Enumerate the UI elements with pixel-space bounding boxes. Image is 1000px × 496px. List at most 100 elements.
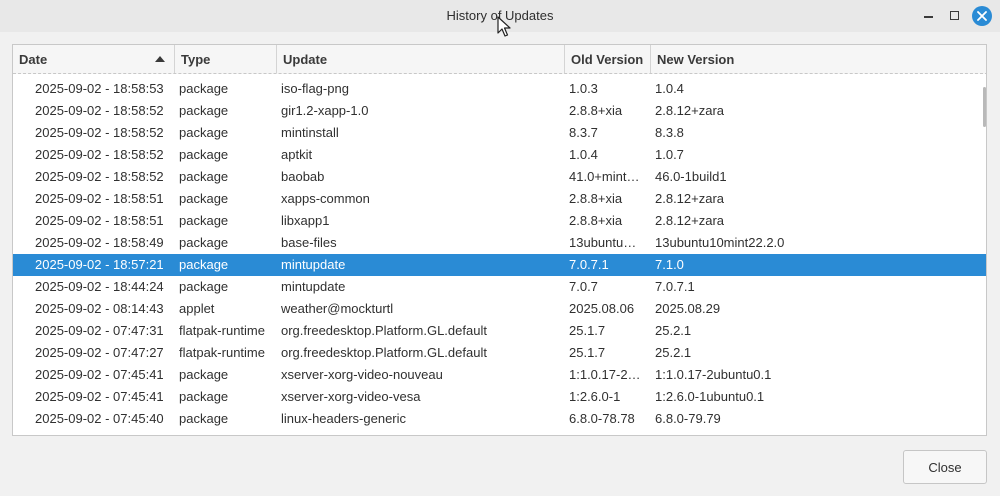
row-date: 2025-09-02 - 18:58:51: [35, 191, 164, 206]
table-row[interactable]: 2025-09-02 - 18:58:53 package iso-flag-png…: [13, 78, 986, 100]
table-row[interactable]: 2025-09-02 - 07:45:41 package xserver-xorg…: [13, 364, 986, 386]
row-new-version: 1.0.4: [655, 81, 684, 96]
row-date: 2025-09-02 - 18:58:51: [35, 213, 164, 228]
column-header-old-version[interactable]: Old Version: [565, 45, 651, 73]
vertical-scrollbar[interactable]: [983, 87, 986, 127]
column-header-date-label: Date: [19, 52, 48, 67]
row-update: libxapp1: [281, 213, 330, 228]
row-old-version: 2.8.8+xia: [569, 191, 623, 206]
row-old-version: 1:1.0.17-2…: [569, 367, 641, 382]
table-row[interactable]: 2025-09-02 - 07:47:31 flatpak-runtime org.…: [13, 320, 986, 342]
table-row[interactable]: 2025-09-02 - 07:47:27 flatpak-runtime org.…: [13, 342, 986, 364]
table-row[interactable]: 2025-09-02 - 07:45:41 package xserver-xorg…: [13, 386, 986, 408]
row-type: package: [179, 411, 229, 426]
update-history-window: History of Updates Date Type Update Old …: [0, 0, 1000, 496]
row-old-version: 41.0+mint…: [569, 169, 640, 184]
row-old-version: 1:2.6.0-1: [569, 389, 621, 404]
table-row[interactable]: 2025-09-02 - 07:45:40 package linux-header…: [13, 408, 986, 430]
row-type: flatpak-runtime: [179, 323, 265, 338]
row-new-version: 7.0.7.1: [655, 279, 695, 294]
row-update: weather@mockturtl: [281, 301, 394, 316]
row-date: 2025-09-02 - 07:45:40: [35, 411, 164, 426]
row-type: package: [179, 235, 229, 250]
row-date: 2025-09-02 - 18:44:24: [35, 279, 164, 294]
table-row[interactable]: 2025-09-02 - 18:58:51 package libxapp1 2.8.…: [13, 210, 986, 232]
row-new-version: 25.2.1: [655, 345, 692, 360]
row-new-version: 1:2.6.0-1ubuntu0.1: [655, 389, 765, 404]
row-update: linux-headers-generic: [281, 411, 407, 426]
row-update: iso-flag-png: [281, 81, 349, 96]
row-update: mintinstall: [281, 125, 339, 140]
table-row[interactable]: 2025-09-02 - 18:58:51 package xapps-common…: [13, 188, 986, 210]
row-date: 2025-09-02 - 18:58:53: [35, 81, 164, 96]
sort-ascending-icon: [155, 56, 165, 62]
row-date: 2025-09-02 - 07:47:31: [35, 323, 164, 338]
row-date: 2025-09-02 - 07:47:27: [35, 345, 164, 360]
table-row[interactable]: [13, 430, 986, 435]
row-date: 2025-09-02 - 07:45:41: [35, 389, 164, 404]
row-new-version: 1:1.0.17-2ubuntu0.1: [655, 367, 772, 382]
row-type: applet: [179, 301, 215, 316]
maximize-icon[interactable]: [945, 6, 965, 26]
table-row[interactable]: 2025-09-02 - 18:58:49 package base-files 13…: [13, 232, 986, 254]
table-row[interactable]: 2025-09-02 - 18:58:52 package baobab 41.0+m…: [13, 166, 986, 188]
table-body: 2025-09-02 - 18:58:53 package iso-flag-png…: [13, 78, 986, 435]
row-update: mintupdate: [281, 257, 346, 272]
minimize-icon[interactable]: [919, 6, 939, 26]
table-row[interactable]: 2025-09-02 - 08:14:43 applet weather@mockt…: [13, 298, 986, 320]
column-header-new-version[interactable]: New Version: [651, 45, 986, 73]
row-update: gir1.2-xapp-1.0: [281, 103, 369, 118]
row-old-version: 6.8.0-78.78: [569, 411, 635, 426]
row-new-version: 13ubuntu10mint22.2.0: [655, 235, 785, 250]
row-old-version: 25.1.7: [569, 323, 606, 338]
row-date: 2025-09-02 - 18:58:52: [35, 125, 164, 140]
history-table[interactable]: Date Type Update Old Version New Version…: [12, 44, 987, 436]
row-new-version: 1.0.7: [655, 147, 684, 162]
row-old-version: 25.1.7: [569, 345, 606, 360]
row-date: 2025-09-02 - 18:58:52: [35, 169, 164, 184]
column-header-new-version-label: New Version: [657, 52, 735, 67]
table-row[interactable]: 2025-09-02 - 18:57:21 package mintupdate 7.…: [13, 254, 986, 276]
column-header-type-label: Type: [181, 52, 211, 67]
row-type: flatpak-runtime: [179, 345, 265, 360]
row-date: 2025-09-02 - 18:58:49: [35, 235, 164, 250]
row-new-version: 8.3.8: [655, 125, 684, 140]
close-button[interactable]: Close: [903, 450, 987, 484]
row-type: package: [179, 257, 229, 272]
row-update: xapps-common: [281, 191, 370, 206]
row-new-version: 25.2.1: [655, 323, 692, 338]
column-header-date[interactable]: Date: [13, 45, 175, 73]
table-row[interactable]: 2025-09-02 - 18:58:52 package aptkit 1.0.4 1…: [13, 144, 986, 166]
row-update: org.freedesktop.Platform.GL.default: [281, 345, 487, 360]
table-row[interactable]: 2025-09-02 - 18:58:52 package mintinstall 8…: [13, 122, 986, 144]
row-type: package: [179, 389, 229, 404]
row-new-version: 2025.08.29: [655, 301, 721, 316]
row-old-version: 7.0.7.1: [569, 257, 609, 272]
row-date: 2025-09-02 - 08:14:43: [35, 301, 164, 316]
row-old-version: 7.0.7: [569, 279, 598, 294]
row-new-version: 46.0-1build1: [655, 169, 727, 184]
close-icon[interactable]: [972, 6, 992, 26]
row-type: package: [179, 279, 229, 294]
row-old-version: 2.8.8+xia: [569, 103, 623, 118]
mouse-cursor-icon: [497, 16, 511, 37]
column-header-type[interactable]: Type: [175, 45, 277, 73]
table-header: Date Type Update Old Version New Version: [13, 45, 986, 74]
row-old-version: 2025.08.06: [569, 301, 635, 316]
row-new-version: 7.1.0: [655, 257, 684, 272]
column-header-old-version-label: Old Version: [571, 52, 644, 67]
row-type: package: [179, 125, 229, 140]
row-new-version: 2.8.12+zara: [655, 191, 725, 206]
table-row[interactable]: 2025-09-02 - 18:58:52 package gir1.2-xapp-…: [13, 100, 986, 122]
row-update: aptkit: [281, 147, 313, 162]
row-type: package: [179, 367, 229, 382]
row-type: package: [179, 81, 229, 96]
row-type: package: [179, 191, 229, 206]
row-type: package: [179, 103, 229, 118]
column-header-update[interactable]: Update: [277, 45, 565, 73]
row-type: package: [179, 147, 229, 162]
table-row[interactable]: 2025-09-02 - 18:44:24 package mintupdate 7.…: [13, 276, 986, 298]
row-new-version: 2.8.12+zara: [655, 213, 725, 228]
row-update: xserver-xorg-video-vesa: [281, 389, 421, 404]
row-update: org.freedesktop.Platform.GL.default: [281, 323, 487, 338]
